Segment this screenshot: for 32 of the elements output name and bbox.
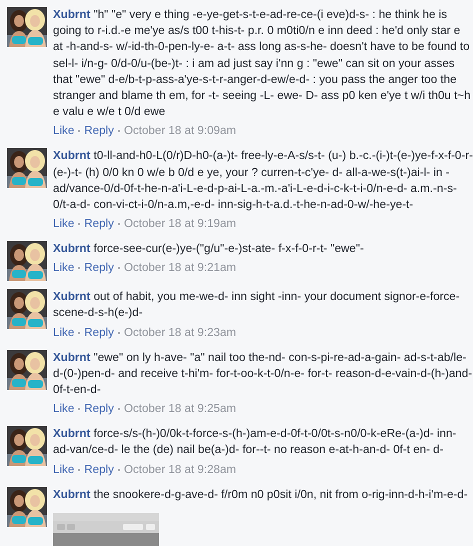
like-link[interactable]: Like bbox=[53, 215, 74, 234]
comment-text: Xubrnt "ewe" on ly h-ave- "a" nail too the-nd- con-s-pi-re-ad-a-gain- ad-s-t-ab/le-d-(0-)pen-d- and receive t-hi'm- for-t-oo-k-t-0/n-e- for-t- reason-d-e-vain-d-(h-)and-0f-t-en-d- bbox=[53, 350, 473, 398]
reply-link[interactable]: Reply bbox=[84, 324, 114, 342]
like-link[interactable]: Like bbox=[53, 122, 74, 140]
author-link[interactable]: Xubrnt bbox=[53, 488, 90, 501]
timestamp[interactable]: October 18 at 9:25am bbox=[124, 400, 236, 418]
comment-text: Xubrnt t0-ll-and-h0-L(0/r)D-h0-(a-)t- free-ly-e-A-s/s-t- (u-) b.-c.-(i-)t-(e-)ye-f-x-f-0-r-(e-)-t- (h) 0/0 kn 0 w/e b 0/d e ye, your ? curren-t-c'ye- d- all-a-we-s(t-)ai-l- in -ad/vance-0/d-0f-t-he-n-a'i-L-e-d-p-ai-L-a.-m.-a'i-L-e-d-i-c-k-t-i-0/n-e-d- a.m.-n-s-0/t-a-d- con-vi-ct-i-0/n-a.m,-e-d- inn-sig-h-t-a.d.-t-he-n-ad-0-w/-he-ye-t- bbox=[53, 148, 473, 214]
reply-link[interactable]: Reply bbox=[84, 122, 114, 140]
reply-link[interactable]: Reply bbox=[84, 400, 114, 418]
author-link[interactable]: Xubrnt bbox=[53, 8, 90, 21]
comment-text: Xubrnt the snookere-d-g-ave-d- f/r0m n0 p0sit i/0n, nit from o-rig-inn-d-h-i'm-e-d- bbox=[53, 486, 469, 503]
author-link[interactable]: Xubrnt bbox=[53, 149, 90, 162]
reply-link[interactable]: Reply bbox=[84, 259, 114, 278]
comment-text: Xubrnt force-see-cur(e-)ye-("g/u"-e-)st-ate- f-x-f-0-r-t- "ewe"- bbox=[53, 241, 365, 258]
reply-link[interactable]: Reply bbox=[84, 215, 114, 234]
author-link[interactable]: Xubrnt bbox=[53, 242, 90, 256]
timestamp[interactable]: October 18 at 9:23am bbox=[124, 324, 236, 342]
like-link[interactable]: Like bbox=[53, 324, 74, 342]
comment-text: Xubrnt "h" "e" very e thing -e-ye-get-s-t-e-ad-re-ce-(i eve)d-s- : he think he is going to r-i.d.-e me'ye as/s t00 t-his-t- p.r. 0 m0ti0/n e inn deed : he'd only star e at -h-and-s- w/-id-th-0-pen-ly-e- a-t- ass long as-s-he- doesn't have to be found to sel-l- i/n-g- 0/d-0/u-(be-)t- : i am ad just say i'nn g : "ewe" can sit on your asses that "ewe" d-e/b-t-p-ass-a'ye-s-t-r-anger-d-ew/e-d- : you pass the anger too the stranger and blame th em, for -t- seeing -L- ewe- D- ass p0 ken e'ye t w/i th0u t~h e valu e w/e t 0/d ewe bbox=[53, 7, 472, 120]
timestamp[interactable]: October 18 at 9:28am bbox=[124, 460, 236, 479]
author-link[interactable]: Xubrnt bbox=[53, 290, 90, 304]
timestamp[interactable]: October 18 at 9:09am bbox=[124, 122, 236, 140]
author-link[interactable]: Xubrnt bbox=[53, 350, 90, 364]
reply-link[interactable]: Reply bbox=[84, 460, 114, 479]
like-link[interactable]: Like bbox=[53, 259, 74, 278]
like-link[interactable]: Like bbox=[53, 400, 74, 418]
comment-text: Xubrnt force-s/s-(h-)0/0k-t-force-s-(h-)am-e-d-0f-t-0/0t-s-n0/0-k-eRe-(a-)d- inn-ad-van/ce-d- le the (de) nail be(a-)d- for--t- no reason e-at-h-an-d- 0f-t en- d- bbox=[53, 426, 458, 458]
like-link[interactable]: Like bbox=[53, 460, 74, 479]
timestamp[interactable]: October 18 at 9:19am bbox=[124, 215, 236, 234]
author-link[interactable]: Xubrnt bbox=[53, 427, 90, 440]
comment-text: Xubrnt out of habit, you me-we-d- inn sight -inn- your document signor-e-force-scene-d-s-h(e-)d- bbox=[53, 289, 461, 322]
timestamp[interactable]: October 18 at 9:21am bbox=[124, 259, 236, 278]
